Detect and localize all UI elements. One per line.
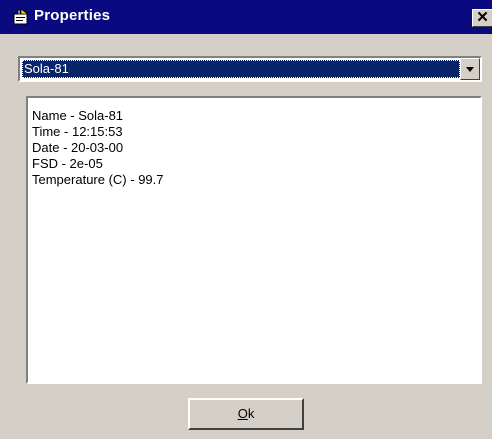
window-title: Properties — [34, 7, 111, 24]
list-item: Date - 20-03-00 — [32, 140, 124, 155]
ok-label-rest: k — [247, 406, 255, 421]
title-bar: Properties ✕ — [0, 0, 492, 34]
properties-icon — [12, 8, 30, 26]
close-icon: ✕ — [476, 9, 489, 26]
properties-dialog: Properties ✕ Sola-81 Name - Sola-81 Time… — [0, 0, 492, 439]
list-item: Time - 12:15:53 — [32, 124, 123, 139]
list-item: Temperature (C) - 99.7 — [32, 172, 164, 187]
close-button[interactable]: ✕ — [472, 9, 492, 27]
record-select[interactable]: Sola-81 — [18, 56, 482, 82]
record-select-value: Sola-81 — [22, 60, 460, 78]
list-item: Name - Sola-81 — [32, 108, 124, 123]
ok-button[interactable]: Ok — [188, 398, 304, 430]
list-item: FSD - 2e-05 — [32, 156, 103, 171]
properties-list[interactable]: Name - Sola-81 Time - 12:15:53 Date - 20… — [26, 96, 482, 384]
dropdown-button[interactable] — [460, 58, 480, 80]
ok-mnemonic: O — [237, 406, 248, 421]
